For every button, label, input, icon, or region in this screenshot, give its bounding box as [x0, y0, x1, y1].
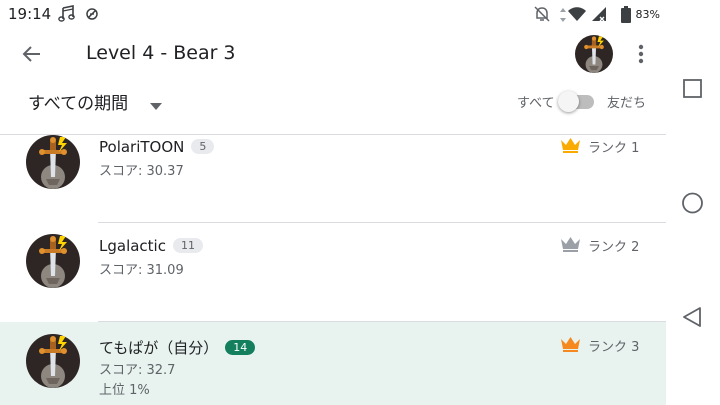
app-bar: Level 4 - Bear 3 — [0, 28, 666, 80]
avatar — [26, 234, 80, 288]
player-name: PolariTOON 5 — [99, 138, 215, 156]
list-item[interactable]: PolariTOON 5 スコア: 30.37 ランク 1 — [0, 123, 666, 222]
more-vert-icon[interactable] — [632, 42, 650, 66]
player-percentile: 上位 1% — [99, 383, 150, 398]
player-name: てもぱが（自分） 14 — [99, 337, 256, 358]
player-name-text: PolariTOON — [99, 138, 185, 156]
status-bar: 19:14 83% — [0, 0, 666, 28]
rank-label: ランク 2 — [588, 240, 640, 255]
page-title: Level 4 - Bear 3 — [86, 42, 236, 64]
home-circle-icon[interactable] — [680, 190, 706, 216]
music-note-icon — [58, 5, 76, 27]
chevron-down-icon[interactable] — [150, 96, 162, 115]
friends-toggle[interactable] — [558, 90, 596, 112]
recents-square-icon[interactable] — [680, 76, 706, 102]
avatar — [26, 334, 80, 388]
toggle-label-friends: 友だち — [607, 96, 647, 111]
rank-label: ランク 3 — [588, 340, 640, 355]
crown-icon — [560, 136, 581, 153]
leaderboard-screen: 19:14 83% Level 4 - Bear 3 すべての期間 すべて 友だ… — [0, 0, 666, 405]
data-arrows-icon — [560, 7, 566, 26]
wifi-icon — [567, 5, 587, 27]
signal-icon — [590, 5, 608, 27]
level-badge: 11 — [172, 238, 203, 253]
player-score: スコア: 31.09 — [99, 263, 184, 278]
player-name-text: Lgalactic — [99, 237, 166, 255]
battery-icon — [621, 6, 631, 27]
back-triangle-icon[interactable] — [680, 304, 706, 330]
avatar — [26, 135, 80, 189]
notifications-off-icon — [533, 5, 551, 27]
toggle-label-all: すべて — [517, 96, 555, 111]
toggle-thumb — [558, 91, 579, 112]
period-dropdown[interactable]: すべての期間 — [28, 89, 128, 114]
battery-percent: 83% — [635, 8, 660, 21]
system-nav-bar — [666, 0, 720, 405]
crown-icon — [560, 235, 581, 252]
rank-label: ランク 1 — [588, 141, 640, 156]
status-time: 19:14 — [8, 5, 52, 23]
level-badge: 5 — [191, 139, 215, 154]
arrow-back-icon[interactable] — [20, 42, 44, 66]
list-item-self[interactable]: てもぱが（自分） 14 スコア: 32.7 上位 1% ランク 3 — [0, 322, 666, 405]
player-score: スコア: 32.7 — [99, 363, 176, 378]
player-score: スコア: 30.37 — [99, 164, 184, 179]
player-name-text: てもぱが（自分） — [99, 339, 219, 357]
level-badge: 14 — [225, 340, 256, 355]
list-item[interactable]: Lgalactic 11 スコア: 31.09 ランク 2 — [0, 222, 666, 321]
vibrate-off-icon — [84, 5, 100, 27]
player-name: Lgalactic 11 — [99, 237, 203, 255]
crown-icon — [560, 335, 581, 352]
avatar[interactable] — [575, 35, 613, 73]
